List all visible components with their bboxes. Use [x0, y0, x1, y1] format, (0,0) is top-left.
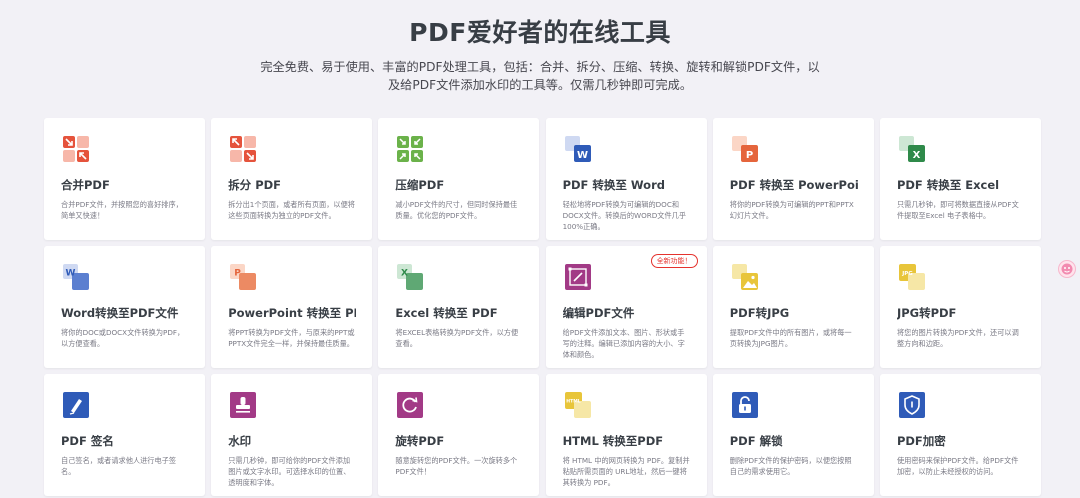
tool-description: 将你的DOC或DOCX文件转换为PDF，以方便查看。 [61, 328, 185, 348]
tool-name: PDF 转换至 PowerPoint [729, 178, 858, 192]
tool-name: Word转换至PDF文件 [61, 306, 179, 320]
tool-card-pdf-to-word[interactable]: W PDF 转换至 Word 轻松地将PDF转换为可编辑的DOC和DOCX文件。… [545, 118, 707, 240]
merge-icon [61, 134, 91, 164]
pdf-to-jpg-icon [730, 262, 760, 292]
tool-description: 合并PDF文件，并按照您的喜好排序，简单又快速！ [61, 200, 183, 220]
tool-description: 给PDF文件添加文本、图片、形状或手写的注释。编辑已添加内容的大小、字体和颜色。 [562, 328, 685, 359]
tool-card-word-to-pdf[interactable]: W Word转换至PDF文件 将你的DOC或DOCX文件转换为PDF，以方便查看… [44, 246, 205, 368]
page-subtitle: 完全免费、易于使用、丰富的PDF处理工具，包括：合并、拆分、压缩、转换、旋转和解… [260, 60, 820, 92]
svg-text:P: P [234, 269, 241, 279]
tool-description: 将你的PDF转换为可编辑的PPT和PPTX幻灯片文件。 [729, 200, 854, 220]
powerpoint-to-pdf-icon: P [228, 262, 258, 292]
svg-text:X: X [401, 269, 408, 279]
sign-pdf-icon [61, 390, 91, 420]
html-to-pdf-icon: HTML [563, 390, 593, 420]
split-icon [228, 134, 258, 164]
tool-description: 删除PDF文件的保护密码，以便您按照自己的需求使用它。 [729, 456, 852, 476]
edit-pdf-icon [563, 262, 593, 292]
tool-card-pdf-to-excel[interactable]: X PDF 转换至 Excel 只需几秒钟，即可将数据直接从PDF文件提取至Ex… [879, 118, 1041, 240]
tool-name: 拆分 PDF [228, 178, 282, 192]
svg-text:HTML: HTML [566, 399, 581, 405]
tool-name: 编辑PDF文件 [562, 306, 635, 320]
tool-card-protect-pdf[interactable]: PDF加密 使用密码来保护PDF文件。给PDF文件加密，以防止未经授权的访问。 [879, 374, 1041, 496]
unlock-pdf-icon [730, 390, 760, 420]
tool-card-jpg-to-pdf[interactable]: JPG JPG转PDF 将您的图片转换为PDF文件，还可以调整方向和边距。 [879, 246, 1041, 368]
pdf-to-word-icon: W [563, 134, 593, 164]
protect-pdf-icon [897, 390, 927, 420]
tool-card-pdf-to-jpg[interactable]: PDF转JPG 提取PDF文件中的所有图片，或将每一页转换为JPG图片。 [712, 246, 874, 368]
svg-text:W: W [577, 150, 588, 161]
tool-description: 减小PDF文件的尺寸，但同时保持最佳质量。优化您的PDF文件。 [395, 200, 518, 220]
compress-icon [395, 134, 425, 164]
tool-name: PDF 签名 [61, 434, 114, 448]
tool-name: PDF转JPG [729, 306, 790, 320]
tool-description: 拆分出1个页面，或者所有页面，以便将这些页面转换为独立的PDF文件。 [228, 200, 355, 220]
tools-grid: 合并PDF 合并PDF文件，并按照您的喜好排序，简单又快速！ 拆分 PDF 拆分… [44, 118, 1041, 496]
tool-description: 将 HTML 中的网页转换为 PDF。复制并粘贴所需页面的 URL地址，然后一键… [562, 456, 690, 487]
tool-description: 使用密码来保护PDF文件。给PDF文件加密，以防止未经授权的访问。 [896, 456, 1019, 476]
tool-description: 轻松地将PDF转换为可编辑的DOC和DOCX文件。转换后的WORD文件几乎100… [562, 200, 687, 231]
tool-description: 自己签名，或者请求他人进行电子签名。 [61, 456, 177, 476]
svg-text:JPG: JPG [901, 271, 913, 277]
tool-card-split-pdf[interactable]: 拆分 PDF 拆分出1个页面，或者所有页面，以便将这些页面转换为独立的PDF文件… [211, 118, 373, 240]
tool-name: PDF 解锁 [729, 434, 783, 448]
svg-text:W: W [66, 269, 76, 279]
tool-name: 水印 [228, 434, 252, 448]
page-title: PDF爱好者的在线工具 [409, 18, 671, 47]
tool-description: 只需几秒钟，即可将数据直接从PDF文件提取至Excel 电子表格中。 [896, 200, 1019, 220]
tool-name: HTML 转换至PDF [562, 434, 664, 448]
tool-description: 将EXCEL表格转换为PDF文件，以方便查看。 [395, 328, 519, 348]
tool-card-unlock-pdf[interactable]: PDF 解锁 删除PDF文件的保护密码，以便您按照自己的需求使用它。 [712, 374, 874, 496]
assistant-icon [1059, 261, 1075, 277]
tool-name: PowerPoint 转换至 PDF [228, 306, 356, 320]
tool-name: PDF加密 [896, 434, 946, 448]
tool-description: 将PPT转换为PDF文件，与原来的PPT或PPTX文件完全一样，并保持最佳质量。 [228, 328, 355, 348]
tool-card-sign-pdf[interactable]: PDF 签名 自己签名，或者请求他人进行电子签名。 [44, 374, 205, 496]
tool-name: 旋转PDF [395, 434, 445, 448]
tool-name: 合并PDF [61, 178, 110, 192]
pdf-to-excel-icon: X [897, 134, 927, 164]
tool-name: PDF 转换至 Word [562, 178, 665, 192]
tool-card-edit-pdf[interactable]: 全新功能！ 编辑PDF文件 给PDF文件添加文本、图片、形状或手写的注释。编辑已… [545, 246, 707, 368]
tool-description: 将您的图片转换为PDF文件，还可以调整方向和边距。 [896, 328, 1019, 348]
tool-card-pdf-to-powerpoint[interactable]: P PDF 转换至 PowerPoint 将你的PDF转换为可编辑的PPT和PP… [712, 118, 874, 240]
floating-helper-button[interactable] [1058, 260, 1076, 278]
tool-card-excel-to-pdf[interactable]: X Excel 转换至 PDF 将EXCEL表格转换为PDF文件，以方便查看。 [378, 246, 540, 368]
tool-card-powerpoint-to-pdf[interactable]: P PowerPoint 转换至 PDF 将PPT转换为PDF文件，与原来的PP… [211, 246, 373, 368]
tool-name: JPG转PDF [896, 306, 957, 320]
tool-card-watermark[interactable]: 水印 只需几秒钟，即可给你的PDF文件添加图片或文字水印。可选择水印的位置、透明… [211, 374, 373, 496]
tool-card-merge-pdf[interactable]: 合并PDF 合并PDF文件，并按照您的喜好排序，简单又快速！ [44, 118, 205, 240]
pdf-to-powerpoint-icon: P [730, 134, 760, 164]
jpg-to-pdf-icon: JPG [897, 262, 927, 292]
rotate-pdf-icon [395, 390, 425, 420]
new-feature-badge: 全新功能！ [650, 254, 698, 268]
word-to-pdf-icon: W [61, 262, 91, 292]
tool-card-rotate-pdf[interactable]: 旋转PDF 随意旋转您的PDF文件。一次旋转多个PDF文件！ [378, 374, 540, 496]
hero-section: PDF爱好者的在线工具 完全免费、易于使用、丰富的PDF处理工具，包括：合并、拆… [0, 0, 1080, 94]
excel-to-pdf-icon: X [395, 262, 425, 292]
svg-text:P: P [746, 150, 753, 161]
tool-description: 随意旋转您的PDF文件。一次旋转多个PDF文件！ [395, 456, 518, 476]
tool-name: PDF 转换至 Excel [896, 178, 1000, 192]
tool-description: 只需几秒钟，即可给你的PDF文件添加图片或文字水印。可选择水印的位置、透明度和字… [228, 456, 351, 487]
svg-text:X: X [913, 150, 921, 161]
tool-description: 提取PDF文件中的所有图片，或将每一页转换为JPG图片。 [729, 328, 852, 348]
tool-name: Excel 转换至 PDF [395, 306, 498, 320]
watermark-icon [228, 390, 258, 420]
tool-card-compress-pdf[interactable]: 压缩PDF 减小PDF文件的尺寸，但同时保持最佳质量。优化您的PDF文件。 [378, 118, 540, 240]
tool-name: 压缩PDF [395, 178, 445, 192]
tool-card-html-to-pdf[interactable]: HTML HTML 转换至PDF 将 HTML 中的网页转换为 PDF。复制并粘… [545, 374, 707, 496]
